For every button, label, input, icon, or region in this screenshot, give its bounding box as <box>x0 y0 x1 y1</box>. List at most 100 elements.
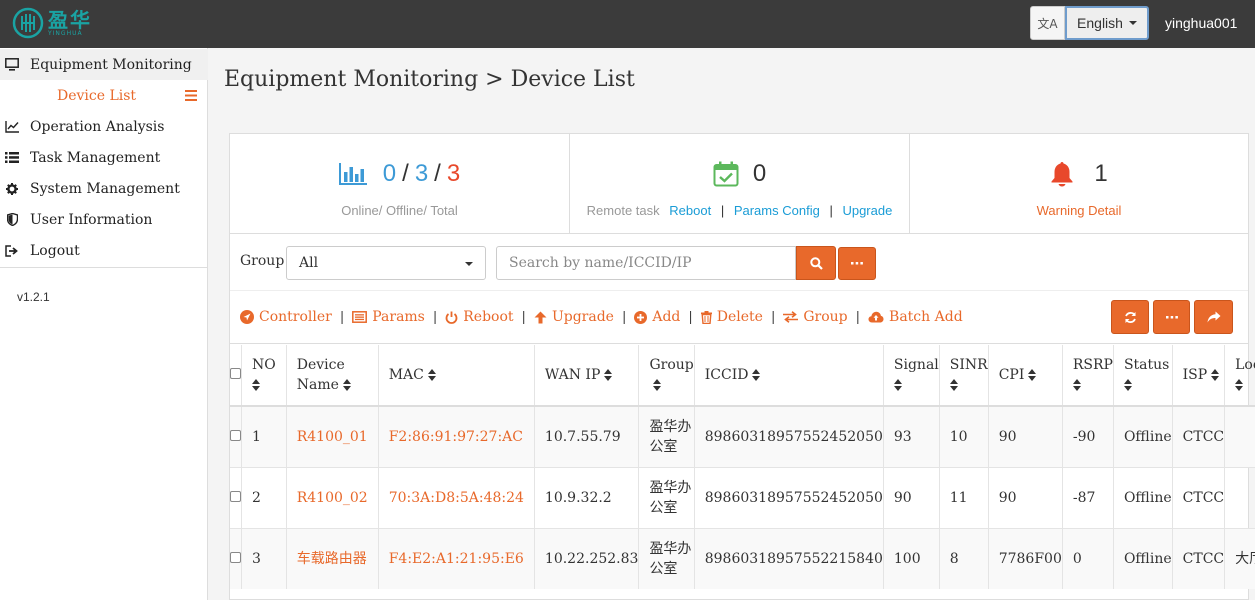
cell-location <box>1224 466 1255 528</box>
warning-detail-link[interactable]: Warning Detail <box>1037 203 1122 218</box>
params-label: Params <box>372 309 425 325</box>
group-label: Group <box>803 309 848 325</box>
remote-task-card: 0 Remote task Reboot | Params Config | U… <box>570 134 910 234</box>
export-button[interactable] <box>1194 300 1233 334</box>
translate-button[interactable]: 文A <box>1030 6 1065 40</box>
sidebar-item-operation-analysis[interactable]: Operation Analysis <box>0 111 208 142</box>
more-filters-button[interactable] <box>838 247 876 280</box>
sort-icon <box>604 369 613 381</box>
column-header-rsrp[interactable]: RSRP <box>1062 345 1114 407</box>
cell-status: Offline <box>1113 466 1173 528</box>
column-header-mac[interactable]: MAC <box>378 345 535 407</box>
list-icon <box>5 152 19 163</box>
table-row[interactable]: 3 车载路由器 F4:E2:A1:21:95:E6 10.22.252.83 盈… <box>230 527 1255 589</box>
sidebar-item-logout[interactable]: Logout <box>0 235 208 266</box>
add-button[interactable]: Add <box>634 309 680 325</box>
batch-add-button[interactable]: Batch Add <box>868 309 963 325</box>
params-button[interactable]: Params <box>352 309 425 325</box>
logo-chinese-text: 盈华 <box>48 7 92 32</box>
hamburger-menu-icon[interactable] <box>185 90 197 101</box>
sidebar-item-task-management[interactable]: Task Management <box>0 142 208 173</box>
table-row[interactable]: 1 R4100_01 F2:86:91:97:27:AC 10.7.55.79 … <box>230 405 1255 467</box>
sidebar-item-label: User Information <box>30 211 153 228</box>
device-name-link[interactable]: 车载路由器 <box>297 551 367 567</box>
sort-icon <box>342 379 351 391</box>
column-header-group[interactable]: Group <box>638 345 695 407</box>
cell-location: 大厅 <box>1224 527 1255 589</box>
cell-sinr: 8 <box>939 527 989 589</box>
upgrade-label: Upgrade <box>551 309 614 325</box>
reboot-link[interactable]: Reboot <box>669 203 711 218</box>
sidebar-item-label: System Management <box>30 180 180 197</box>
device-name-link[interactable]: R4100_02 <box>297 490 368 506</box>
column-header-signal[interactable]: Signal <box>883 345 940 407</box>
mac-link[interactable]: F4:E2:A1:21:95:E6 <box>389 551 524 567</box>
upgrade-link[interactable]: Upgrade <box>842 203 892 218</box>
group-button[interactable]: Group <box>783 309 848 325</box>
sort-icon <box>1211 369 1220 381</box>
column-header-iccid[interactable]: ICCID <box>694 345 884 407</box>
column-header-sinr[interactable]: SINR <box>939 345 989 407</box>
cell-isp: CTCC <box>1172 466 1226 528</box>
controller-button[interactable]: Controller <box>240 309 332 325</box>
column-header-device-name[interactable]: Device Name <box>286 345 379 407</box>
cell-cpi: 90 <box>988 466 1063 528</box>
delete-label: Delete <box>716 309 763 325</box>
sidebar-item-equipment-monitoring[interactable]: Equipment Monitoring <box>0 49 208 80</box>
upgrade-button[interactable]: Upgrade <box>534 309 614 325</box>
cell-status: Offline <box>1113 527 1173 589</box>
sidebar-item-system-management[interactable]: System Management <box>0 173 208 204</box>
mac-link[interactable]: F2:86:91:97:27:AC <box>389 429 523 445</box>
group-select[interactable]: All <box>286 246 486 280</box>
mac-link[interactable]: 70:3A:D8:5A:48:24 <box>389 490 524 506</box>
cell-no: 3 <box>241 527 287 589</box>
table-row[interactable]: 2 R4100_02 70:3A:D8:5A:48:24 10.9.32.2 盈… <box>230 466 1255 528</box>
toolbar-separator: | <box>688 309 693 325</box>
delete-button[interactable]: Delete <box>700 309 763 325</box>
refresh-button[interactable] <box>1111 300 1149 334</box>
remote-task-count: 0 <box>752 160 767 187</box>
cell-status: Offline <box>1113 405 1173 467</box>
logo-mark-icon <box>12 7 44 39</box>
online-stat-card: 0 / 3 / 3 Online/ Offline/ Total <box>230 134 570 234</box>
column-header-isp[interactable]: ISP <box>1172 345 1226 407</box>
logo[interactable]: 盈华 YINGHUA <box>12 6 92 40</box>
trash-icon <box>700 310 712 324</box>
ellipsis-icon <box>1165 315 1178 318</box>
cell-sinr: 10 <box>939 405 989 467</box>
logout-icon <box>5 244 19 257</box>
language-dropdown[interactable]: English <box>1065 6 1149 40</box>
row-checkbox[interactable] <box>230 551 241 563</box>
column-header-status[interactable]: Status <box>1113 345 1173 407</box>
sidebar-item-label: Task Management <box>30 149 161 166</box>
username[interactable]: yinghua001 <box>1165 15 1237 31</box>
column-header-wan-ip[interactable]: WAN IP <box>534 345 640 407</box>
row-checkbox[interactable] <box>230 490 241 502</box>
remote-task-label: Remote task <box>586 203 660 218</box>
params-config-link[interactable]: Params Config <box>734 203 820 218</box>
cell-wan-ip: 10.7.55.79 <box>534 405 640 467</box>
group-select-value: All <box>299 255 319 271</box>
reboot-button[interactable]: Reboot <box>445 309 514 325</box>
more-actions-button[interactable] <box>1153 300 1190 334</box>
cloud-upload-icon <box>868 311 884 323</box>
device-name-link[interactable]: R4100_01 <box>297 429 368 445</box>
plus-circle-icon <box>634 310 648 324</box>
translate-icon: 文A <box>1037 16 1058 31</box>
search-button[interactable] <box>796 246 836 280</box>
cell-no: 2 <box>241 466 287 528</box>
column-header-location[interactable]: Location <box>1224 345 1255 407</box>
sidebar-item-user-information[interactable]: User Information <box>0 204 208 235</box>
sidebar-subitem-device-list[interactable]: Device List <box>0 80 208 111</box>
select-all-header <box>230 345 242 407</box>
column-header-cpi[interactable]: CPI <box>988 345 1063 407</box>
column-header-no[interactable]: NO <box>241 345 287 407</box>
toolbar-separator: | <box>621 309 627 325</box>
exchange-icon <box>783 311 799 323</box>
sidebar-item-label: Equipment Monitoring <box>30 56 192 73</box>
row-checkbox[interactable] <box>230 429 241 441</box>
search-input[interactable] <box>496 246 796 280</box>
select-all-checkbox[interactable] <box>230 368 241 379</box>
sort-icon <box>949 379 958 391</box>
shield-icon <box>5 213 19 226</box>
